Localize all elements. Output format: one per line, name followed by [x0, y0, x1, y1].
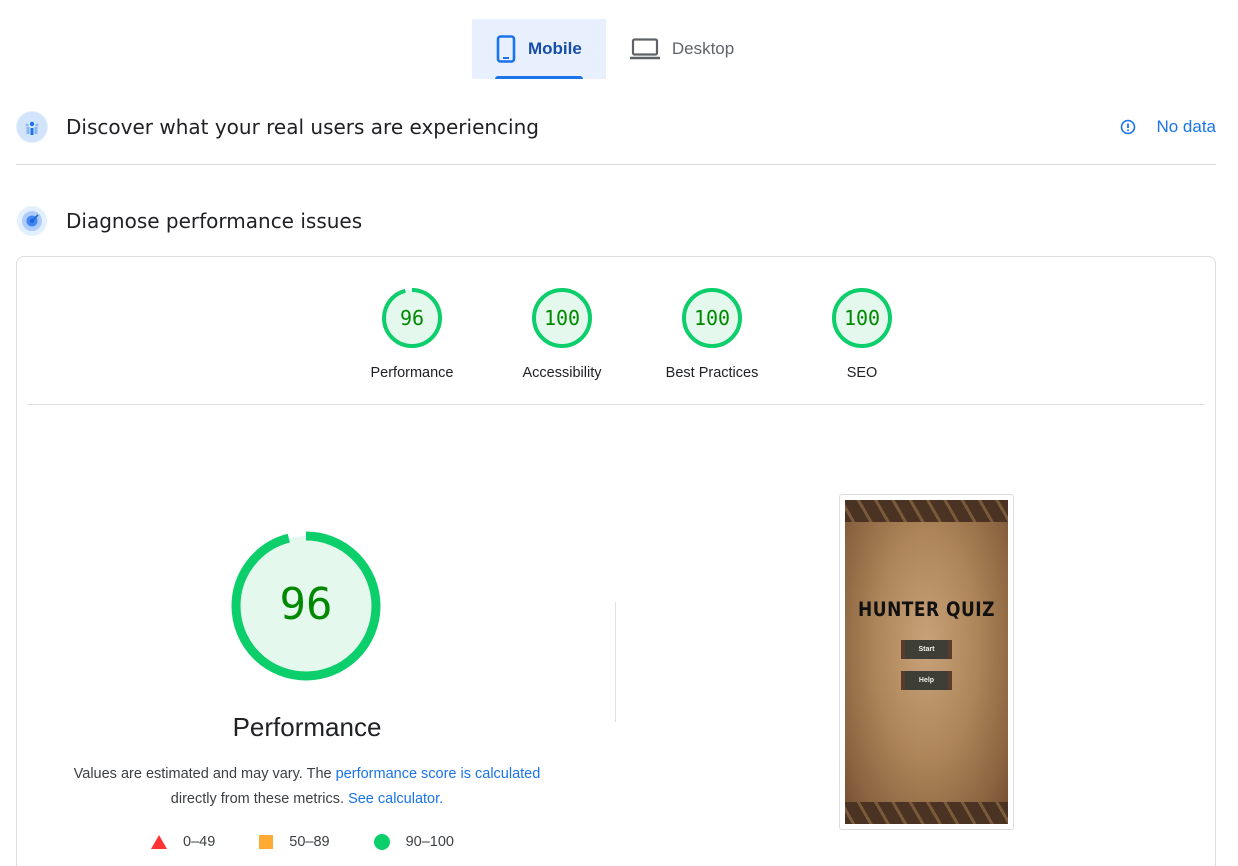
gauge-seo[interactable]: 100 SEO: [787, 287, 937, 381]
info-icon: [1120, 119, 1136, 135]
decorative-band: [845, 802, 1008, 824]
tab-desktop-label: Desktop: [671, 39, 735, 58]
legend-average: 50–89: [259, 834, 330, 850]
gauge-score: 100: [843, 306, 881, 330]
gauge-performance[interactable]: 96 Performance: [337, 287, 487, 381]
performance-title: Performance: [232, 712, 382, 742]
gauge-accessibility[interactable]: 100 Accessibility: [487, 287, 637, 381]
field-data-title: Discover what your real users are experi…: [66, 115, 539, 139]
tab-mobile-label: Mobile: [528, 39, 582, 58]
final-screenshot: HUNTER QUIZ Start Help: [839, 494, 1014, 830]
section-divider: [16, 164, 1216, 165]
gauge-ring: 100: [681, 287, 743, 349]
performance-description: Values are estimated and may vary. The p…: [57, 762, 557, 812]
gauge-ring: 96: [381, 287, 443, 349]
legend-fail: 0–49: [151, 834, 215, 850]
vertical-divider: [615, 602, 616, 722]
tab-desktop[interactable]: Desktop: [606, 19, 758, 79]
score-calculated-link[interactable]: performance score is calculated: [336, 766, 541, 782]
page-screenshot: HUNTER QUIZ Start Help: [845, 500, 1008, 824]
device-tabs: Mobile Desktop: [472, 19, 758, 79]
score-legend: 0–49 50–89 90–100: [151, 834, 498, 850]
gauge-label: SEO: [846, 365, 878, 381]
legend-range: 50–89: [289, 834, 330, 850]
tab-mobile[interactable]: Mobile: [472, 19, 606, 79]
square-icon: [259, 835, 274, 849]
radar-icon: [16, 205, 48, 237]
gauge-score: 100: [543, 306, 581, 330]
field-data-icon: [16, 111, 48, 143]
laptop-icon: [629, 38, 660, 60]
category-gauges: 96 Performance 100 Accessibility 100 Bes…: [337, 287, 937, 381]
performance-score: 96: [279, 578, 333, 630]
legend-range: 90–100: [405, 834, 454, 850]
screenshot-help-button: Help: [901, 671, 952, 690]
decorative-band: [845, 500, 1008, 522]
screenshot-title: HUNTER QUIZ: [858, 598, 995, 622]
desc-text: Values are estimated and may vary. The: [73, 766, 336, 782]
legend-pass: 90–100: [373, 834, 454, 850]
performance-gauge-large: 96: [231, 531, 381, 681]
gauge-ring: 100: [831, 287, 893, 349]
no-data-link[interactable]: No data: [1120, 117, 1216, 137]
no-data-label: No data: [1156, 117, 1216, 136]
report-card: 96 Performance 100 Accessibility 100 Bes…: [16, 256, 1216, 866]
gauge-label: Best Practices: [665, 365, 759, 381]
see-calculator-link[interactable]: See calculator.: [348, 791, 443, 807]
card-divider: [27, 404, 1205, 405]
triangle-icon: [151, 835, 167, 849]
gauge-label: Performance: [370, 365, 454, 381]
circle-icon: [373, 834, 390, 850]
gauge-score: 100: [693, 306, 731, 330]
diagnose-section: Diagnose performance issues: [16, 204, 1216, 238]
gauge-ring: 100: [531, 287, 593, 349]
gauge-label: Accessibility: [522, 365, 602, 381]
screenshot-start-button: Start: [901, 640, 952, 659]
smartphone-icon: [496, 35, 516, 63]
gauge-score: 96: [399, 306, 425, 330]
legend-range: 0–49: [183, 834, 216, 850]
desc-text: directly from these metrics.: [170, 791, 349, 807]
field-data-section: Discover what your real users are experi…: [16, 110, 1216, 144]
diagnose-title: Diagnose performance issues: [66, 209, 363, 233]
gauge-best-practices[interactable]: 100 Best Practices: [637, 287, 787, 381]
